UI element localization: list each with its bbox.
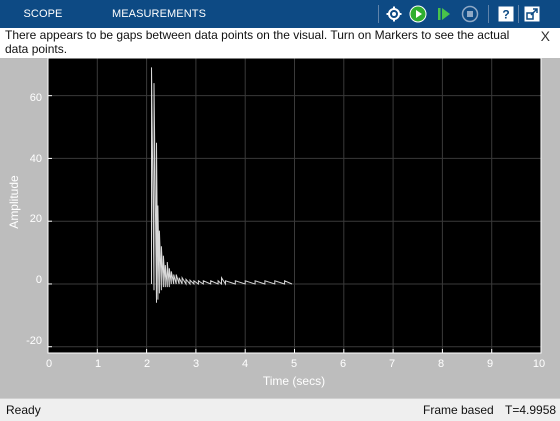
frame-mode-indicator: Frame based [423,403,494,417]
y-axis-label: Amplitude [7,175,21,229]
x-tick-label: 2 [143,358,151,370]
x-tick-label: 8 [437,358,445,370]
x-tick-label: 0 [45,358,53,370]
x-axis-label: Time (secs) [262,374,326,388]
x-tick-label: 4 [241,358,249,370]
x-tick-label: 10 [532,358,546,370]
y-tick-label: -20 [26,335,42,347]
status-bar: Ready Frame based T=4.9958 [0,398,560,421]
scope-plot[interactable] [0,0,560,400]
x-tick-label: 9 [486,358,494,370]
simulation-time: T=4.9958 [505,403,557,417]
y-tick-label: 40 [29,153,42,165]
x-tick-label: 7 [388,358,396,370]
status-text: Ready [6,403,41,417]
x-tick-label: 3 [192,358,200,370]
x-tick-label: 1 [94,358,102,370]
y-tick-label: 0 [35,274,42,286]
x-tick-label: 5 [290,358,298,370]
y-tick-label: 60 [29,92,42,104]
x-tick-label: 6 [339,358,347,370]
